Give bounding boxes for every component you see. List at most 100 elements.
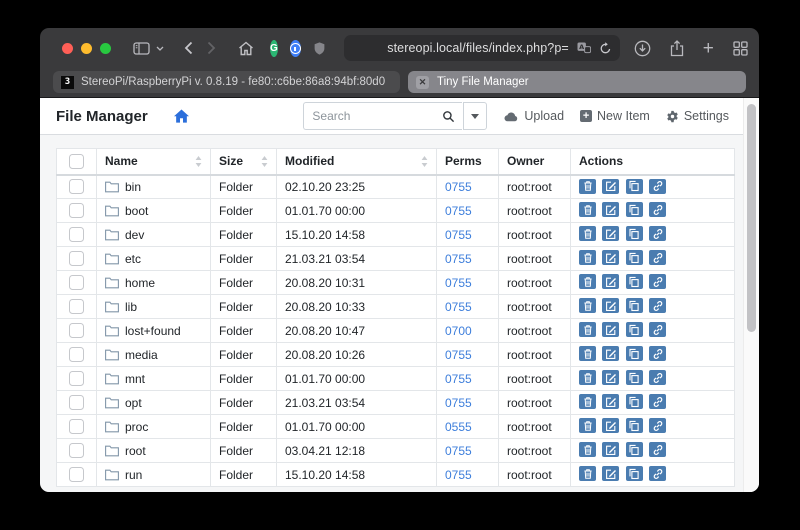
link-button[interactable] — [649, 226, 666, 241]
folder-name-link[interactable]: opt — [125, 396, 142, 410]
select-all-checkbox[interactable] — [69, 154, 84, 169]
perms-link[interactable]: 0755 — [445, 180, 472, 194]
copy-button[interactable] — [626, 322, 643, 337]
folder-name-link[interactable]: lost+found — [125, 324, 181, 338]
tab-tiny-file-manager[interactable]: ✕ Tiny File Manager — [408, 71, 746, 93]
edit-button[interactable] — [602, 179, 619, 194]
folder-name-link[interactable]: lib — [125, 300, 137, 314]
edit-button[interactable] — [602, 298, 619, 313]
copy-button[interactable] — [626, 250, 643, 265]
row-checkbox[interactable] — [69, 251, 84, 266]
back-icon[interactable] — [184, 41, 193, 55]
column-header-name[interactable]: Name — [97, 149, 211, 175]
copy-button[interactable] — [626, 298, 643, 313]
copy-button[interactable] — [626, 394, 643, 409]
edit-button[interactable] — [602, 346, 619, 361]
folder-name-link[interactable]: boot — [125, 204, 148, 218]
delete-button[interactable] — [579, 202, 596, 217]
edit-button[interactable] — [602, 322, 619, 337]
delete-button[interactable] — [579, 226, 596, 241]
folder-name-link[interactable]: proc — [125, 420, 148, 434]
tab-overview-icon[interactable] — [733, 41, 748, 56]
row-checkbox[interactable] — [69, 467, 84, 482]
perms-link[interactable]: 0755 — [445, 468, 472, 482]
upload-button[interactable]: Upload — [504, 109, 564, 123]
row-checkbox[interactable] — [69, 275, 84, 290]
home-toolbar-icon[interactable] — [238, 41, 254, 56]
row-checkbox[interactable] — [69, 419, 84, 434]
delete-button[interactable] — [579, 179, 596, 194]
row-checkbox[interactable] — [69, 371, 84, 386]
column-header-size[interactable]: Size — [211, 149, 277, 175]
link-button[interactable] — [649, 274, 666, 289]
copy-button[interactable] — [626, 226, 643, 241]
column-header-modified[interactable]: Modified — [277, 149, 437, 175]
close-tab-icon[interactable]: ✕ — [416, 76, 429, 89]
copy-button[interactable] — [626, 274, 643, 289]
folder-name-link[interactable]: home — [125, 276, 155, 290]
edit-button[interactable] — [602, 226, 619, 241]
link-button[interactable] — [649, 346, 666, 361]
copy-button[interactable] — [626, 418, 643, 433]
delete-button[interactable] — [579, 346, 596, 361]
search-input[interactable] — [303, 102, 462, 130]
copy-button[interactable] — [626, 346, 643, 361]
link-button[interactable] — [649, 394, 666, 409]
perms-link[interactable]: 0755 — [445, 204, 472, 218]
delete-button[interactable] — [579, 274, 596, 289]
perms-link[interactable]: 0755 — [445, 372, 472, 386]
search-options-button[interactable] — [463, 102, 487, 130]
download-icon[interactable] — [634, 40, 651, 57]
perms-link[interactable]: 0755 — [445, 252, 472, 266]
edit-button[interactable] — [602, 202, 619, 217]
scrollbar-thumb[interactable] — [747, 104, 756, 332]
folder-name-link[interactable]: dev — [125, 228, 144, 242]
translate-icon[interactable]: A — [577, 42, 591, 54]
delete-button[interactable] — [579, 298, 596, 313]
link-button[interactable] — [649, 442, 666, 457]
edit-button[interactable] — [602, 394, 619, 409]
delete-button[interactable] — [579, 418, 596, 433]
perms-link[interactable]: 0755 — [445, 348, 472, 362]
copy-button[interactable] — [626, 202, 643, 217]
chevron-down-icon[interactable] — [156, 46, 164, 51]
copy-button[interactable] — [626, 179, 643, 194]
link-button[interactable] — [649, 466, 666, 481]
tab-stereopi[interactable]: 3 StereoPi/RaspberryPi v. 0.8.19 - fe80:… — [53, 71, 400, 93]
forward-icon[interactable] — [207, 41, 216, 55]
settings-button[interactable]: Settings — [666, 109, 729, 123]
zoom-window-button[interactable] — [100, 43, 111, 54]
edit-button[interactable] — [602, 466, 619, 481]
delete-button[interactable] — [579, 394, 596, 409]
link-button[interactable] — [649, 370, 666, 385]
new-tab-icon[interactable]: + — [703, 39, 714, 58]
minimize-window-button[interactable] — [81, 43, 92, 54]
delete-button[interactable] — [579, 250, 596, 265]
home-icon[interactable] — [174, 109, 189, 123]
copy-button[interactable] — [626, 466, 643, 481]
folder-name-link[interactable]: media — [125, 348, 158, 362]
link-button[interactable] — [649, 202, 666, 217]
delete-button[interactable] — [579, 322, 596, 337]
edit-button[interactable] — [602, 370, 619, 385]
row-checkbox[interactable] — [69, 443, 84, 458]
address-bar[interactable]: stereopi.local/files/index.php?p= A — [344, 35, 620, 61]
close-window-button[interactable] — [62, 43, 73, 54]
folder-name-link[interactable]: etc — [125, 252, 141, 266]
delete-button[interactable] — [579, 442, 596, 457]
perms-link[interactable]: 0755 — [445, 300, 472, 314]
folder-name-link[interactable]: run — [125, 468, 142, 482]
delete-button[interactable] — [579, 466, 596, 481]
share-icon[interactable] — [670, 40, 684, 57]
sidebar-icon[interactable] — [133, 42, 150, 55]
row-checkbox[interactable] — [69, 299, 84, 314]
new-item-button[interactable]: + New Item — [580, 109, 650, 123]
row-checkbox[interactable] — [69, 395, 84, 410]
edit-button[interactable] — [602, 250, 619, 265]
perms-link[interactable]: 0755 — [445, 228, 472, 242]
grammarly-icon[interactable]: G — [270, 40, 278, 57]
edit-button[interactable] — [602, 274, 619, 289]
shield-icon[interactable] — [313, 41, 326, 56]
link-button[interactable] — [649, 179, 666, 194]
link-button[interactable] — [649, 418, 666, 433]
